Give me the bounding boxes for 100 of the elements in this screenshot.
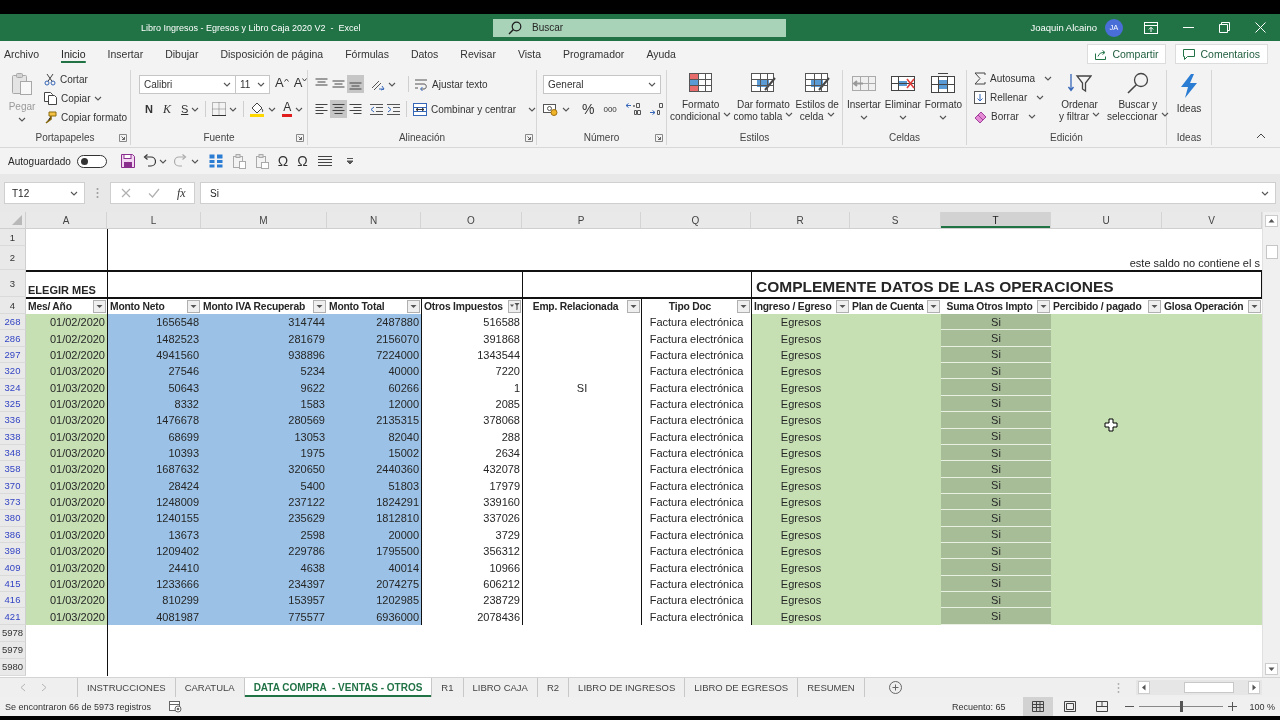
comma-style-button[interactable]: 000 (603, 100, 617, 118)
format-painter-button[interactable]: Copiar formato (44, 108, 128, 127)
row-number[interactable]: 358 (0, 461, 26, 478)
menu-tab[interactable]: Programador (563, 41, 625, 67)
fill-button[interactable]: Rellenar (974, 88, 1053, 107)
cells-button[interactable]: Eliminar (884, 70, 921, 130)
italic-button[interactable]: K (162, 100, 171, 118)
find-select-button[interactable]: Buscar y seleccionar (1107, 70, 1169, 130)
scroll-left-icon[interactable] (1138, 681, 1150, 694)
increase-decimal-icon[interactable] (624, 102, 641, 116)
horizontal-scrollbar[interactable] (1136, 680, 1262, 695)
share-button[interactable]: Compartir (1087, 44, 1167, 64)
clear-button[interactable]: Borrar (974, 107, 1053, 126)
borders-icon[interactable] (212, 102, 227, 116)
styles-button[interactable]: Dar formato como tabla (733, 70, 794, 130)
bold-button[interactable]: N (145, 100, 153, 118)
font-size-field[interactable]: 11 (235, 74, 270, 94)
normal-view-icon[interactable] (1023, 697, 1054, 716)
font-name-field[interactable]: Calibri (139, 74, 236, 94)
filter-dropdown-icon[interactable] (737, 300, 750, 313)
column-header[interactable]: T (941, 212, 1051, 228)
percent-style-button[interactable]: % (582, 100, 595, 118)
fill-bucket-icon[interactable] (250, 101, 266, 117)
filter-dropdown-icon[interactable] (407, 300, 420, 313)
row-number[interactable]: 398 (0, 543, 26, 560)
grow-font-button[interactable]: A (275, 75, 289, 93)
decrease-indent-icon[interactable] (370, 102, 383, 116)
row-number[interactable]: 416 (0, 592, 26, 609)
formula-field[interactable]: Si (200, 182, 1276, 204)
filter-dropdown-icon[interactable] (93, 300, 106, 313)
styles-button[interactable]: Estilos de celda (795, 70, 839, 130)
form-icon[interactable] (208, 154, 223, 168)
macro-recording-icon[interactable] (169, 700, 183, 713)
name-box[interactable]: T12 (4, 182, 85, 204)
sheet-tab[interactable]: DATA COMPRA - VENTAS - OTROS (244, 678, 433, 697)
menu-tab[interactable]: Vista (517, 41, 542, 67)
accounting-format-icon[interactable] (543, 102, 558, 116)
sort-filter-button[interactable]: Ordenar y filtrar (1059, 70, 1101, 130)
shrink-font-button[interactable]: A (293, 75, 308, 93)
insert-symbol-button[interactable]: Ω (297, 153, 308, 169)
increase-indent-icon[interactable] (387, 102, 400, 116)
justify-lines-icon[interactable] (317, 154, 332, 168)
row-number[interactable]: 1 (0, 229, 26, 246)
scroll-up-icon[interactable] (1265, 215, 1278, 227)
row-number[interactable]: 268 (0, 314, 26, 331)
cut-button[interactable]: Cortar (44, 70, 128, 89)
vertical-dots-icon[interactable] (96, 187, 99, 199)
wrap-text-button[interactable]: Ajustar texto (415, 74, 488, 94)
column-header[interactable]: R (751, 212, 850, 228)
column-header[interactable]: N (327, 212, 421, 228)
dialog-launcher-icon[interactable] (655, 133, 663, 142)
zoom-level[interactable]: 100 % (1249, 701, 1275, 712)
zoom-in-icon[interactable] (1228, 702, 1238, 711)
vertical-scrollbar[interactable] (1262, 212, 1280, 677)
filter-dropdown-icon[interactable] (187, 300, 200, 313)
row-number[interactable]: 3 (0, 270, 26, 297)
underline-button[interactable]: S (180, 100, 189, 118)
row-number[interactable]: 4 (0, 297, 26, 314)
row-number[interactable]: 336 (0, 412, 26, 429)
filter-dropdown-icon[interactable] (836, 300, 849, 313)
search-field[interactable]: Buscar (493, 18, 786, 37)
row-number[interactable]: 286 (0, 330, 26, 347)
cells-button[interactable]: Insertar (846, 70, 881, 130)
copy-button[interactable]: Copiar (44, 89, 128, 108)
menu-tab[interactable]: Disposición de página (220, 41, 324, 67)
enter-check-icon[interactable] (148, 188, 160, 198)
font-color-button[interactable]: A (282, 100, 293, 118)
collapse-ribbon-icon[interactable] (1256, 133, 1266, 139)
filter-dropdown-icon[interactable] (927, 300, 940, 313)
zoom-slider-thumb[interactable] (1180, 701, 1184, 712)
menu-tab[interactable]: Datos (410, 41, 439, 67)
scrollbar-thumb[interactable] (1265, 245, 1278, 259)
autosum-button[interactable]: Autosuma (974, 69, 1053, 88)
ribbon-display-options-icon[interactable] (1144, 21, 1158, 34)
column-header[interactable]: U (1051, 212, 1162, 228)
row-number[interactable]: 2 (0, 246, 26, 270)
column-header[interactable]: Q (641, 212, 751, 228)
customize-toolbar-icon[interactable] (345, 157, 354, 165)
close-icon[interactable] (1255, 22, 1266, 33)
menu-tab[interactable]: Dibujar (165, 41, 199, 67)
dialog-launcher-icon[interactable] (119, 133, 127, 142)
menu-tab[interactable]: Fórmulas (345, 41, 389, 67)
row-number[interactable]: 409 (0, 559, 26, 576)
menu-tab[interactable]: Revisar (460, 41, 496, 67)
cells-button[interactable]: Formato (924, 70, 963, 130)
scroll-down-icon[interactable] (1265, 663, 1278, 675)
vertical-dots-icon[interactable] (1117, 681, 1120, 694)
undo-icon[interactable] (141, 154, 156, 168)
scrollbar-thumb[interactable] (1184, 682, 1234, 693)
column-header[interactable]: P (522, 212, 641, 228)
autosave-toggle[interactable] (76, 154, 107, 168)
add-sheet-icon[interactable] (888, 681, 902, 694)
row-number[interactable]: 320 (0, 363, 26, 380)
menu-tab[interactable]: Insertar (107, 41, 144, 67)
menu-tab[interactable]: Ayuda (646, 41, 676, 67)
filter-applied-icon[interactable] (508, 300, 521, 313)
column-header[interactable]: O (421, 212, 522, 228)
decrease-decimal-icon[interactable] (648, 102, 665, 116)
column-header[interactable]: A (26, 212, 107, 228)
comments-button[interactable]: Comentarios (1175, 44, 1268, 64)
